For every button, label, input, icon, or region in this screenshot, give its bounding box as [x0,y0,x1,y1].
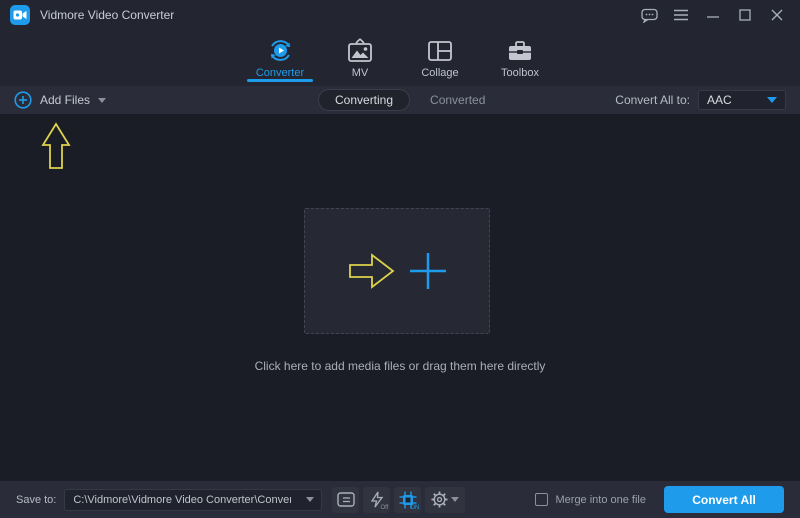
settings-gear-icon [431,491,448,508]
menu-icon[interactable] [668,4,694,26]
format-caret-icon [767,97,777,103]
yellow-up-arrow-annotation [41,122,71,169]
tab-converter[interactable]: Converter [240,30,320,86]
add-files-caret-icon [98,97,107,103]
converting-tab[interactable]: Converting [318,89,411,111]
convert-all-to-label: Convert All to: [615,93,690,107]
save-path-box [64,488,323,511]
high-speed-toggle-button[interactable]: Off [363,486,391,513]
mv-tv-icon [347,37,373,64]
queue-segment: Converting Converted [318,89,505,111]
feedback-bubble-icon[interactable] [636,4,662,26]
close-icon[interactable] [764,4,790,26]
minimize-icon[interactable] [700,4,726,26]
add-files-label: Add Files [40,93,91,107]
tab-toolbox[interactable]: Toolbox [480,30,560,86]
maximize-icon[interactable] [732,4,758,26]
save-path-input[interactable] [65,493,300,506]
main-nav: Converter MV Collage Toolbox [0,30,800,86]
convert-all-button[interactable]: Convert All [664,486,784,513]
converting-label: Converting [335,93,394,107]
converted-tab[interactable]: Converted [410,93,505,107]
merge-label: Merge into one file [555,493,647,506]
tab-toolbox-label: Toolbox [501,67,539,79]
footer-bar: Save to: Off [0,481,800,518]
active-tab-underline [247,79,313,82]
tab-mv[interactable]: MV [320,30,400,86]
save-path-caret-icon [306,497,315,502]
toolbox-briefcase-icon [507,37,533,64]
save-to-label: Save to: [16,493,57,506]
app-logo-icon [10,5,30,25]
chip-state-label: ON [410,504,420,511]
convert-all-to-group: Convert All to: AAC [615,90,786,110]
converter-sync-play-icon [267,37,294,64]
gpu-acceleration-button[interactable]: ON [394,486,422,513]
merge-group: Merge into one file [534,493,647,506]
output-format-value: AAC [707,93,732,107]
add-files-button[interactable]: Add Files [14,91,107,109]
tab-mv-label: MV [351,67,369,79]
collage-grid-icon [427,37,453,64]
tab-collage-label: Collage [421,67,459,79]
media-dropzone[interactable] [304,208,490,334]
drop-hint-text: Click here to add media files or drag th… [254,359,546,373]
yellow-right-arrow-cursor [349,253,395,289]
main-area: Click here to add media files or drag th… [0,114,800,481]
tab-converter-label: Converter [255,67,305,79]
save-path-caret[interactable] [299,490,321,510]
output-format-select[interactable]: AAC [698,90,786,110]
merge-checkbox[interactable] [534,493,548,506]
tab-collage[interactable]: Collage [400,30,480,86]
window-title: Vidmore Video Converter [40,8,175,22]
settings-button[interactable] [425,486,466,513]
titlebar: Vidmore Video Converter [0,0,800,30]
add-plus-circle-icon [14,91,32,109]
output-folder-icon [337,492,355,507]
converted-label: Converted [430,93,486,107]
sub-toolbar: Add Files Converting Converted Convert A… [0,86,800,114]
blue-plus-icon [410,253,446,289]
output-folder-button[interactable] [332,486,360,513]
settings-caret-icon [451,497,460,502]
lightning-state-label: Off [380,504,389,511]
